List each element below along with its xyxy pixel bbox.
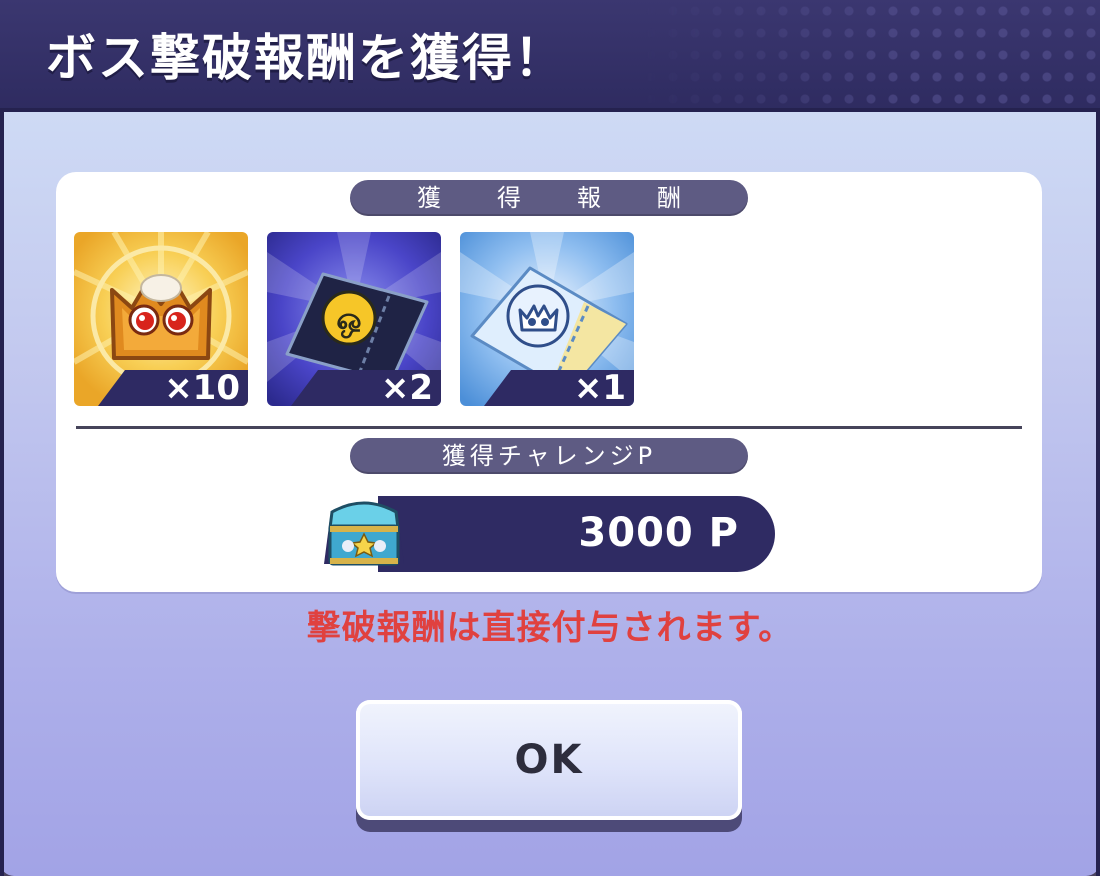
reward-dialog: ボス撃破報酬を獲得！ 獲 得 報 酬 ×10 ஒ ×2 ×1 獲得チャレンジP … xyxy=(0,0,1100,876)
dialog-right-edge xyxy=(1096,112,1100,876)
reward-quantity: ×10 xyxy=(164,368,240,406)
rewards-label: 獲 得 報 酬 xyxy=(350,180,748,216)
challenge-points-bar: 3000 P xyxy=(378,496,775,572)
dialog-header: ボス撃破報酬を獲得！ xyxy=(0,0,1100,112)
header-dot-pattern xyxy=(640,0,1100,112)
header-divider xyxy=(0,108,1100,112)
reward-item-crown-ticket[interactable]: ×1 xyxy=(460,232,634,406)
reward-item-gold-crown[interactable]: ×10 xyxy=(74,232,248,406)
challenge-points-value: 3000 P xyxy=(578,510,739,556)
section-divider xyxy=(76,426,1022,429)
ok-button[interactable]: OK xyxy=(356,700,742,820)
reward-quantity: ×1 xyxy=(573,368,626,406)
dialog-left-edge xyxy=(0,112,4,876)
reward-item-coin-ticket[interactable]: ஒ ×2 xyxy=(267,232,441,406)
dialog-title: ボス撃破報酬を獲得！ xyxy=(46,29,566,87)
reward-panel: 獲 得 報 酬 ×10 ஒ ×2 ×1 獲得チャレンジP 3000 P xyxy=(56,172,1042,592)
direct-grant-notice: 撃破報酬は直接付与されます。 xyxy=(306,608,794,648)
svg-text:ஒ: ஒ xyxy=(336,302,361,339)
reward-quantity: ×2 xyxy=(380,368,433,406)
challenge-points-label: 獲得チャレンジP xyxy=(350,438,748,474)
treasure-chest-icon xyxy=(324,501,404,566)
